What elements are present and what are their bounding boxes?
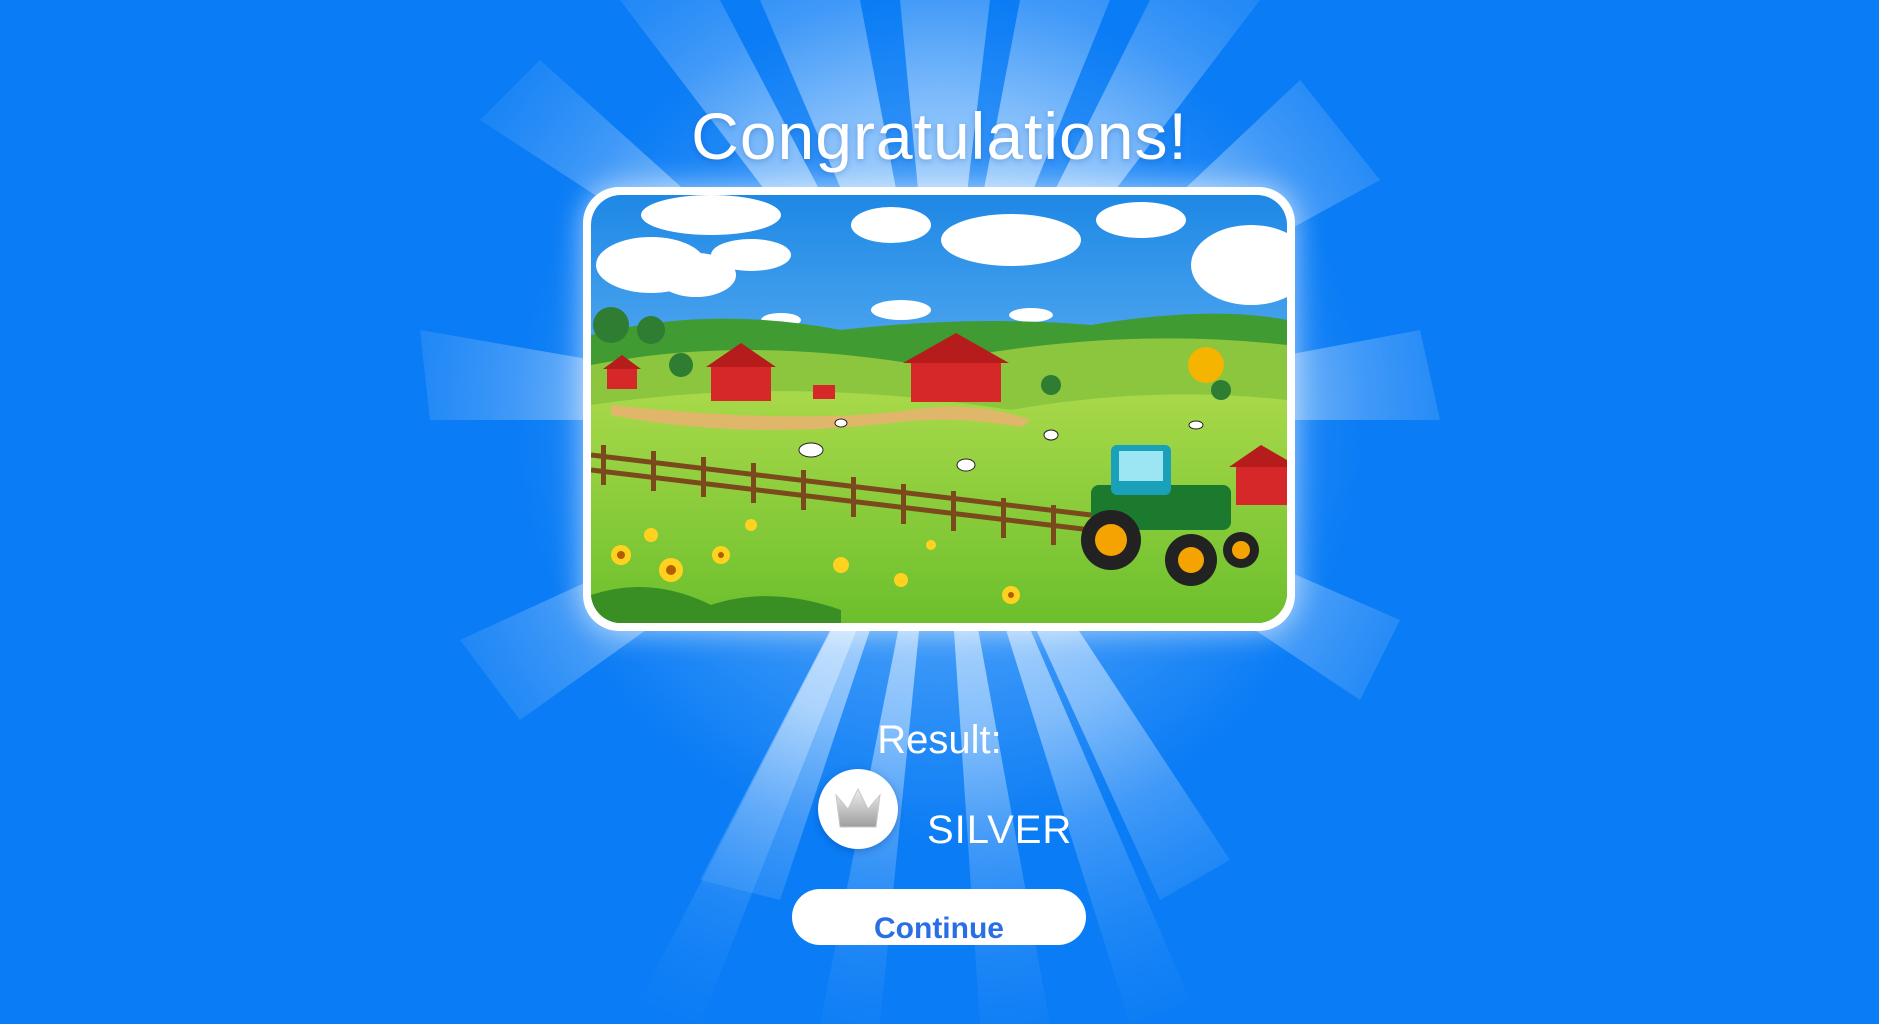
result-label: Result: <box>877 718 1002 762</box>
rank-label: SILVER <box>927 808 1073 852</box>
completion-screen: Congratulations! Result: SILVER Continue <box>0 0 1879 1024</box>
scene-card <box>583 187 1295 631</box>
page-title: Congratulations! <box>691 99 1188 173</box>
medal-badge <box>818 769 898 849</box>
farm-illustration <box>591 195 1287 623</box>
farm-scene-image <box>591 195 1287 623</box>
crown-icon <box>835 787 881 828</box>
continue-button[interactable]: Continue <box>792 889 1086 945</box>
